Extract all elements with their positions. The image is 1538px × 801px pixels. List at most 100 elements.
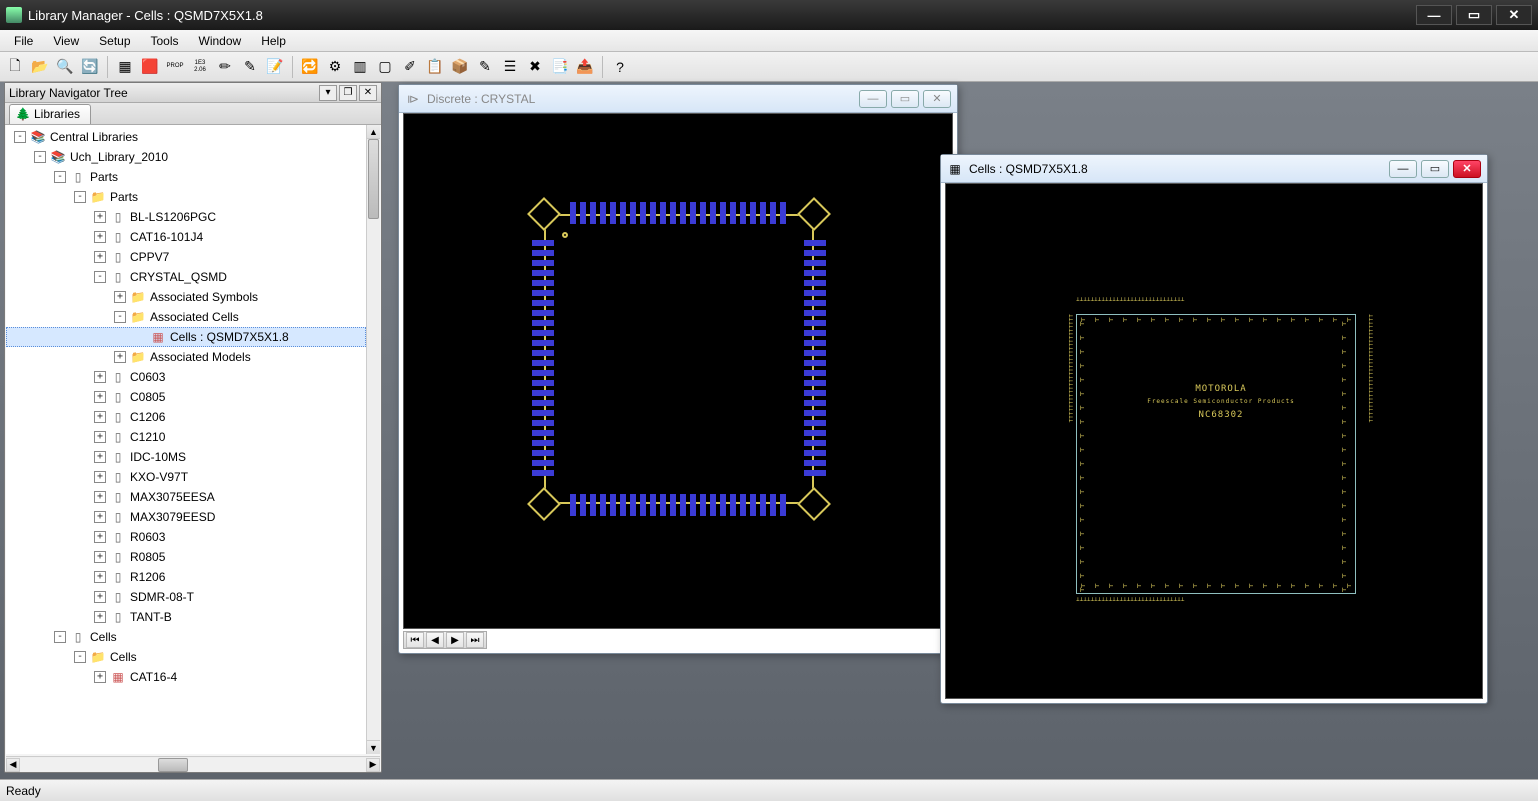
child-close-button[interactable]: ✕ [923, 90, 951, 108]
tree-node[interactable]: +📁Associated Symbols [6, 287, 366, 307]
expand-icon[interactable]: + [94, 671, 106, 683]
expand-icon[interactable]: + [114, 291, 126, 303]
tree-node[interactable]: +▯CPPV7 [6, 247, 366, 267]
layers-icon[interactable]: ☰ [499, 56, 521, 78]
copy-part-icon[interactable]: 📑 [549, 56, 571, 78]
package-icon[interactable]: 📦 [449, 56, 471, 78]
window-cells-qsmd[interactable]: ▦ Cells : QSMD7X5X1.8 — ▭ ✕ MOTOROLA Fre… [940, 154, 1488, 704]
edit-cell-icon[interactable]: 📝 [264, 56, 286, 78]
expand-icon[interactable]: + [94, 391, 106, 403]
expand-icon[interactable]: + [94, 411, 106, 423]
refresh-icon[interactable]: 🔄 [79, 56, 101, 78]
tree-node[interactable]: +▯CAT16-101J4 [6, 227, 366, 247]
sync-icon[interactable]: 🔁 [299, 56, 321, 78]
tree-node[interactable]: +▯TANT-B [6, 607, 366, 627]
expand-icon[interactable]: + [94, 451, 106, 463]
expand-icon[interactable]: + [94, 531, 106, 543]
next-view-button[interactable]: ▶ [446, 632, 464, 648]
edit-cell2-icon[interactable]: ✐ [399, 56, 421, 78]
menu-file[interactable]: File [4, 32, 43, 50]
expand-icon[interactable]: + [94, 511, 106, 523]
chip-icon[interactable]: ▥ [349, 56, 371, 78]
collapse-icon[interactable]: - [54, 631, 66, 643]
tree-node[interactable]: +▯MAX3079EESD [6, 507, 366, 527]
expand-icon[interactable]: + [94, 371, 106, 383]
tree-node[interactable]: -📁Parts [6, 187, 366, 207]
tree-vscrollbar[interactable]: ▲ ▼ [366, 125, 380, 754]
blank-icon[interactable]: ▢ [374, 56, 396, 78]
first-view-button[interactable]: ⏮ [406, 632, 424, 648]
delete-icon[interactable]: ✖ [524, 56, 546, 78]
scroll-up-icon[interactable]: ▲ [367, 125, 380, 139]
maximize-button[interactable]: ▭ [1456, 5, 1492, 25]
close-button[interactable]: ✕ [1496, 5, 1532, 25]
tree-node[interactable]: +▯IDC-10MS [6, 447, 366, 467]
child-maximize-button[interactable]: ▭ [1421, 160, 1449, 178]
tree-node[interactable]: +📁Associated Models [6, 347, 366, 367]
tree-node[interactable]: +▯C0603 [6, 367, 366, 387]
expand-icon[interactable]: + [94, 211, 106, 223]
child-titlebar[interactable]: ▦ Cells : QSMD7X5X1.8 — ▭ ✕ [941, 155, 1487, 183]
menu-window[interactable]: Window [189, 32, 252, 50]
edit-symbol-icon[interactable]: ✎ [239, 56, 261, 78]
expand-icon[interactable]: + [94, 251, 106, 263]
menu-tools[interactable]: Tools [141, 32, 189, 50]
edit-part-icon[interactable]: ✏ [214, 56, 236, 78]
tree-hscrollbar[interactable]: ◀ ▶ [6, 756, 380, 772]
units-icon[interactable]: 1E3 2.06 [189, 56, 211, 78]
collapse-icon[interactable]: - [114, 311, 126, 323]
tree-node[interactable]: -▯CRYSTAL_QSMD [6, 267, 366, 287]
minimize-button[interactable]: — [1416, 5, 1452, 25]
scroll-left-icon[interactable]: ◀ [6, 758, 20, 772]
child-close-button[interactable]: ✕ [1453, 160, 1481, 178]
compile-icon[interactable]: ⚙ [324, 56, 346, 78]
open-file-icon[interactable]: 📂 [29, 56, 51, 78]
menu-setup[interactable]: Setup [89, 32, 140, 50]
tree-node[interactable]: +▯R0805 [6, 547, 366, 567]
color-swatches-icon[interactable]: 🟥 [139, 56, 161, 78]
move-part-icon[interactable]: 📤 [574, 56, 596, 78]
new-file-icon[interactable]: 🗋 [4, 56, 26, 78]
panel-pin-button[interactable]: ▾ [319, 85, 337, 101]
tree-node[interactable]: +▯BL-LS1206PGC [6, 207, 366, 227]
collapse-icon[interactable]: - [74, 651, 86, 663]
properties-icon[interactable]: PROP [164, 56, 186, 78]
tree-node[interactable]: -📚Uch_Library_2010 [6, 147, 366, 167]
tree-node[interactable]: -📁Associated Cells [6, 307, 366, 327]
expand-icon[interactable]: + [94, 491, 106, 503]
library-tree[interactable]: -📚Central Libraries-📚Uch_Library_2010-▯P… [6, 125, 366, 754]
find-icon[interactable]: 🔍 [54, 56, 76, 78]
clipboard-icon[interactable]: 📋 [424, 56, 446, 78]
expand-icon[interactable]: + [94, 471, 106, 483]
prev-view-button[interactable]: ◀ [426, 632, 444, 648]
expand-icon[interactable]: + [114, 351, 126, 363]
child-maximize-button[interactable]: ▭ [891, 90, 919, 108]
collapse-icon[interactable]: - [34, 151, 46, 163]
tree-node[interactable]: -▯Cells [6, 627, 366, 647]
scroll-right-icon[interactable]: ▶ [366, 758, 380, 772]
tree-node[interactable]: +▯C1210 [6, 427, 366, 447]
menu-help[interactable]: Help [251, 32, 296, 50]
tree-node[interactable]: +▯C0805 [6, 387, 366, 407]
collapse-icon[interactable]: - [54, 171, 66, 183]
child-minimize-button[interactable]: — [859, 90, 887, 108]
help-icon[interactable]: ? [609, 56, 631, 78]
tab-libraries[interactable]: 🌲 Libraries [9, 104, 91, 124]
grid-icon[interactable]: ▦ [114, 56, 136, 78]
window-discrete-crystal[interactable]: ⧐ Discrete : CRYSTAL — ▭ ✕ ⏮ ◀ ▶ [398, 84, 958, 654]
tree-node[interactable]: -📚Central Libraries [6, 127, 366, 147]
tree-node[interactable]: ▦Cells : QSMD7X5X1.8 [6, 327, 366, 347]
collapse-icon[interactable]: - [74, 191, 86, 203]
expand-icon[interactable]: + [94, 431, 106, 443]
panel-restore-button[interactable]: ❐ [339, 85, 357, 101]
scroll-down-icon[interactable]: ▼ [367, 740, 380, 754]
tree-node[interactable]: +▯KXO-V97T [6, 467, 366, 487]
tree-node[interactable]: +▯SDMR-08-T [6, 587, 366, 607]
last-view-button[interactable]: ⏭ [466, 632, 484, 648]
collapse-icon[interactable]: - [14, 131, 26, 143]
child-minimize-button[interactable]: — [1389, 160, 1417, 178]
tree-node[interactable]: +▦CAT16-4 [6, 667, 366, 687]
collapse-icon[interactable]: - [94, 271, 106, 283]
child-titlebar[interactable]: ⧐ Discrete : CRYSTAL — ▭ ✕ [399, 85, 957, 113]
tree-node[interactable]: +▯C1206 [6, 407, 366, 427]
